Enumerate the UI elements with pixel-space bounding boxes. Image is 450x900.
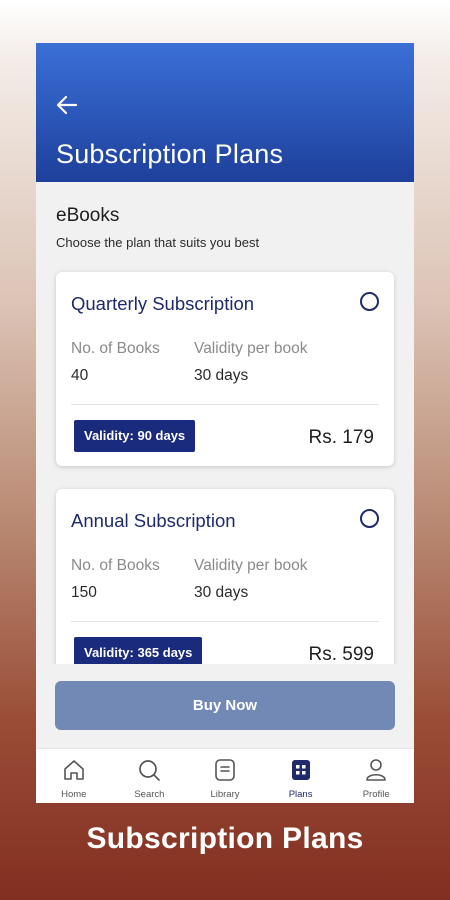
validity-per-book-label: Validity per book (194, 340, 308, 357)
nav-label-home: Home (61, 789, 87, 800)
nav-label-profile: Profile (362, 789, 390, 800)
plan-name: Annual Subscription (71, 510, 236, 531)
plan-price: Rs. 179 (308, 427, 374, 448)
profile-icon (366, 759, 386, 781)
section-subtitle: Choose the plan that suits you best (56, 235, 260, 250)
search-icon (139, 760, 161, 781)
home-icon (63, 760, 84, 780)
plans-icon (291, 760, 310, 780)
nav-item-search[interactable]: Search (112, 749, 188, 803)
plan-price: Rs. 599 (308, 644, 374, 665)
validity-per-book-value: 30 days (194, 584, 249, 601)
books-label: No. of Books (71, 340, 160, 357)
plan-radio-button[interactable] (360, 509, 379, 528)
card-divider (71, 621, 379, 622)
page-title: Subscription Plans (56, 139, 284, 169)
bottom-nav: Home Search Library Plans Profile (36, 748, 414, 803)
phone-screen: Subscription Plans eBooks Choose the pla… (36, 43, 414, 803)
validity-per-book-label: Validity per book (194, 557, 308, 574)
nav-item-plans[interactable]: Plans (263, 749, 339, 803)
nav-item-home[interactable]: Home (36, 749, 112, 803)
books-label: No. of Books (71, 557, 160, 574)
plan-name: Quarterly Subscription (71, 293, 255, 314)
validity-badge: Validity: 90 days (74, 420, 196, 452)
library-icon (215, 759, 235, 781)
buy-area: Buy Now (36, 664, 414, 748)
app-header: Subscription Plans (36, 43, 414, 182)
card-divider (71, 404, 379, 405)
back-button[interactable] (54, 93, 80, 117)
nav-label-library: Library (210, 789, 240, 800)
nav-label-plans: Plans (288, 789, 313, 800)
validity-per-book-value: 30 days (194, 367, 249, 384)
nav-item-library[interactable]: Library (187, 749, 263, 803)
books-value: 150 (71, 584, 97, 601)
nav-item-profile[interactable]: Profile (338, 749, 414, 803)
books-value: 40 (71, 367, 89, 384)
back-arrow-icon (56, 95, 78, 115)
plan-card-quarterly[interactable]: Quarterly Subscription No. of Books Vali… (56, 272, 394, 466)
section-title: eBooks (56, 205, 120, 226)
plan-card-annual[interactable]: Annual Subscription No. of Books Validit… (56, 489, 394, 683)
plan-radio-button[interactable] (360, 292, 379, 311)
promo-caption: Subscription Plans (86, 822, 364, 855)
buy-now-button[interactable]: Buy Now (55, 681, 395, 730)
nav-label-search: Search (134, 789, 165, 800)
